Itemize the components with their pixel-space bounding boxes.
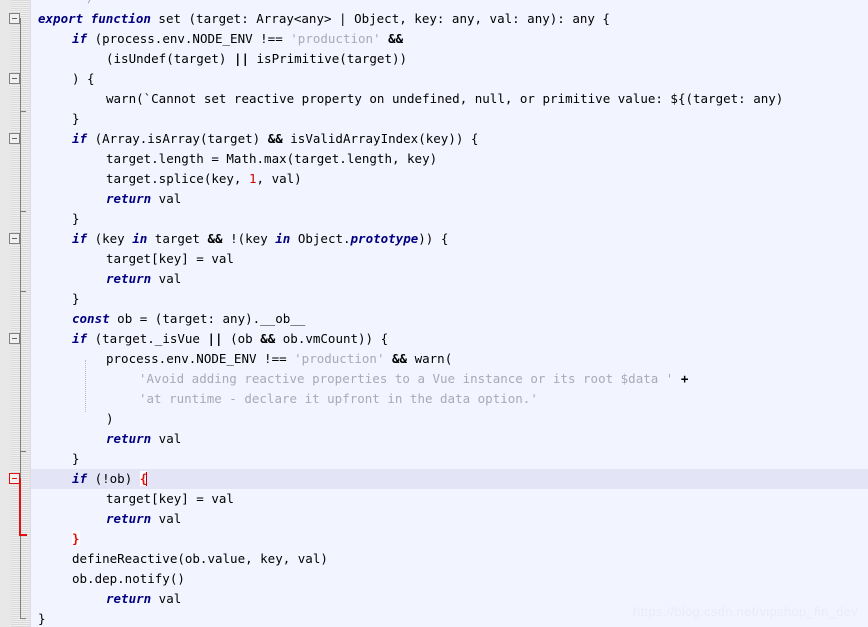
code-line-0[interactable]: */: [31, 0, 95, 8]
code-line-8[interactable]: target.length = Math.max(target.length, …: [31, 149, 437, 169]
code-line-24[interactable]: if (!ob) {: [31, 469, 868, 489]
code-line-23[interactable]: }: [31, 449, 80, 469]
indent-guide: [85, 360, 86, 412]
fold-guide-if-isvue: [20, 338, 21, 452]
fold-guide-foot-if-isvue: [20, 451, 26, 452]
matching-brace-close: }: [72, 531, 80, 546]
watermark: https://blog.csdn.net/vipshop_fin_dev: [632, 604, 858, 619]
comment-token: */: [72, 0, 95, 5]
code-line-7[interactable]: if (Array.isArray(target) && isValidArra…: [31, 129, 478, 149]
fold-marker-if-not-ob[interactable]: [9, 473, 20, 484]
editor-gutter[interactable]: [0, 0, 30, 627]
code-line-5[interactable]: warn(`Cannot set reactive property on un…: [31, 89, 783, 109]
fold-guide-if-key-in-target: [20, 238, 21, 292]
code-line-29[interactable]: ob.dep.notify(): [31, 569, 185, 589]
code-line-3[interactable]: (isUndef(target) || isPrimitive(target)): [31, 49, 407, 69]
code-line-6[interactable]: }: [31, 109, 80, 129]
code-line-13[interactable]: target[key] = val: [31, 249, 234, 269]
code-editor[interactable]: */ export function set (target: Array<an…: [0, 0, 868, 627]
code-line-27[interactable]: }: [31, 529, 80, 549]
fold-guide-foot-if-isarray: [20, 211, 26, 212]
fold-marker-if-isvue[interactable]: [9, 333, 20, 344]
code-line-22[interactable]: return val: [31, 429, 181, 449]
code-line-28[interactable]: defineReactive(ob.value, key, val): [31, 549, 328, 569]
fold-marker-if-key-in-target[interactable]: [9, 233, 20, 244]
fold-guide-foot-function-set: [20, 618, 26, 619]
fold-marker-if-isarray[interactable]: [9, 133, 20, 144]
code-line-26[interactable]: return val: [31, 509, 181, 529]
code-line-19[interactable]: 'Avoid adding reactive properties to a V…: [31, 369, 688, 389]
code-content-area[interactable]: */ export function set (target: Array<an…: [31, 0, 868, 627]
fold-guide-foot-if-key-in-target: [20, 291, 26, 292]
code-line-14[interactable]: return val: [31, 269, 181, 289]
code-line-25[interactable]: target[key] = val: [31, 489, 234, 509]
fold-guide-foot-if-not-ob: [19, 534, 27, 536]
code-line-12[interactable]: if (key in target && !(key in Object.pro…: [31, 229, 448, 249]
fold-guide-if-isarray: [20, 138, 21, 212]
text-cursor: [146, 472, 148, 486]
code-line-17[interactable]: if (target._isVue || (ob && ob.vmCount))…: [31, 329, 388, 349]
fold-guide-foot-if-block-1: [20, 111, 26, 112]
code-line-10[interactable]: return val: [31, 189, 181, 209]
code-line-1[interactable]: export function set (target: Array<any> …: [31, 9, 610, 29]
fold-marker-if-block-1[interactable]: [9, 73, 20, 84]
code-line-15[interactable]: }: [31, 289, 80, 309]
code-line-18[interactable]: process.env.NODE_ENV !== 'production' &&…: [31, 349, 452, 369]
code-line-2[interactable]: if (process.env.NODE_ENV !== 'production…: [31, 29, 403, 49]
code-line-16[interactable]: const ob = (target: any).__ob__: [31, 309, 305, 329]
code-line-9[interactable]: target.splice(key, 1, val): [31, 169, 302, 189]
code-line-21[interactable]: ): [31, 409, 114, 429]
code-line-4[interactable]: ) {: [31, 69, 95, 89]
code-line-30[interactable]: return val: [31, 589, 181, 609]
code-line-31[interactable]: }: [31, 609, 46, 627]
code-line-20[interactable]: 'at runtime - declare it upfront in the …: [31, 389, 538, 409]
gutter-divider: [30, 0, 31, 627]
fold-guide-if-not-ob: [19, 478, 21, 536]
fold-marker-function-set[interactable]: [9, 13, 20, 24]
code-line-11[interactable]: }: [31, 209, 80, 229]
fold-guide-if-block-1: [20, 78, 21, 112]
